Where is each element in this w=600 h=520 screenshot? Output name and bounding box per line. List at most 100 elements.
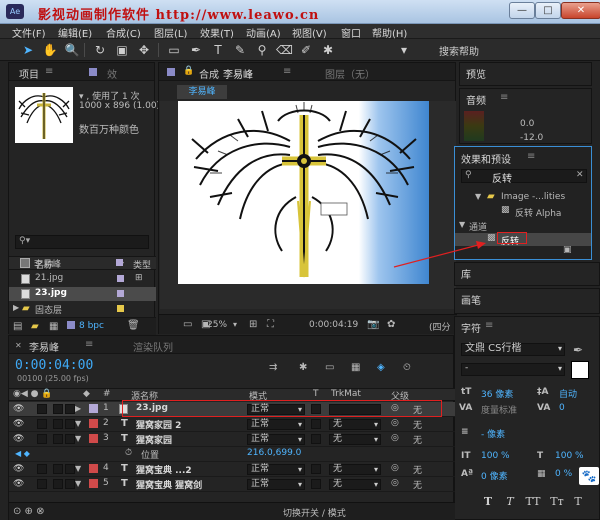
tab-project[interactable]: 项目	[19, 66, 39, 81]
expand-arrow-icon[interactable]: ▶	[75, 404, 81, 413]
selection-tool-icon[interactable]: ➤	[20, 42, 36, 58]
tab-effects-controls[interactable]: 效	[107, 66, 117, 81]
rectangle-tool-icon[interactable]: ▭	[166, 42, 182, 58]
menu-view[interactable]: 视图(V)	[292, 25, 327, 40]
label-swatch[interactable]	[89, 434, 98, 443]
effects-tree-item[interactable]: ▼ 通道	[455, 219, 591, 233]
lock-toggle[interactable]	[65, 479, 75, 489]
font-size-value[interactable]: 36 像素	[481, 387, 513, 400]
pen-tool-icon[interactable]: ✒	[188, 42, 204, 58]
solo-toggle[interactable]	[53, 464, 63, 474]
motion-blur-icon[interactable]: ◈	[377, 362, 385, 373]
blend-mode-select[interactable]: 正常 ▾	[247, 419, 305, 430]
preserve-transparency-toggle[interactable]	[311, 419, 321, 429]
eye-icon[interactable]: 👁	[13, 404, 25, 414]
eye-icon[interactable]: 👁	[13, 479, 25, 489]
roto-brush-tool-icon[interactable]: ✐	[298, 42, 314, 58]
faux-bold-button[interactable]: T	[481, 495, 495, 509]
tab-layer[interactable]: 图层（无）	[325, 66, 375, 81]
position-value[interactable]: 216.0,699.0	[247, 448, 301, 458]
interpret-footage-icon[interactable]: ▤	[13, 321, 22, 332]
menu-edit[interactable]: 编辑(E)	[58, 25, 92, 40]
horizontal-scale-value[interactable]: 100 %	[555, 451, 584, 461]
column-trkmat[interactable]: TrkMat	[331, 389, 361, 399]
label-swatch[interactable]	[89, 479, 98, 488]
new-folder-icon[interactable]: ▰	[31, 321, 39, 332]
composition-breadcrumb[interactable]: 李易峰	[177, 85, 227, 99]
timeline-timecode[interactable]: 0:00:04:00	[15, 358, 93, 373]
brush-tool-icon[interactable]: ✎	[232, 42, 248, 58]
property-row[interactable]: ◀ ◆ ⏱ 位置 216.0,699.0	[9, 447, 455, 462]
parent-value[interactable]: 无	[413, 433, 422, 446]
menu-icon[interactable]: ≡	[45, 66, 53, 77]
fill-color-swatch[interactable]	[571, 361, 589, 379]
menu-window[interactable]: 窗口	[341, 25, 361, 40]
hand-tool-icon[interactable]: ✋	[42, 42, 58, 58]
effects-tree-item[interactable]: ▼ ▰ Image -...lities	[455, 191, 591, 204]
search-help[interactable]: 搜索帮助	[439, 43, 479, 58]
track-matte-select[interactable]: 无 ▾	[329, 434, 381, 445]
brush-title[interactable]: 画笔	[461, 292, 481, 307]
close-icon[interactable]: ✕	[15, 341, 22, 350]
solo-toggle[interactable]	[53, 434, 63, 444]
expand-arrow-icon[interactable]: ▼	[75, 419, 81, 428]
font-family-select[interactable]: 文鼎 CS行楷 ▾	[461, 343, 565, 356]
audio-title[interactable]: 音频	[466, 92, 486, 107]
minimize-button[interactable]: —	[509, 2, 535, 19]
resolution[interactable]: (四分	[429, 320, 451, 333]
label-swatch[interactable]	[89, 404, 98, 413]
lock-icon[interactable]: 🔒	[183, 66, 194, 76]
tab-render-queue[interactable]: 渲染队列	[133, 339, 173, 354]
list-item[interactable]: 23.jpg	[9, 287, 156, 301]
pickwhip-icon[interactable]: ◎	[391, 478, 399, 488]
camera-tool-icon[interactable]: ▣	[114, 42, 130, 58]
project-search-input[interactable]: ⚲▾	[15, 235, 149, 249]
superscript-button[interactable]: T	[571, 495, 585, 509]
comp-flowchart-icon[interactable]: ✱	[299, 362, 307, 373]
menu-file[interactable]: 文件(F)	[12, 25, 46, 40]
eye-icon[interactable]: 👁	[13, 419, 25, 429]
trash-icon[interactable]: 🗑	[127, 320, 140, 331]
tsume-value[interactable]: 0 %	[555, 469, 572, 479]
rotate-tool-icon[interactable]: ↻	[92, 42, 108, 58]
solo-toggle[interactable]	[53, 479, 63, 489]
effects-presets-title[interactable]: 效果和预设	[461, 151, 511, 166]
parent-value[interactable]: 无	[413, 463, 422, 476]
audio-toggle[interactable]	[37, 404, 47, 414]
kerning-value[interactable]: 度量标准	[481, 403, 517, 416]
new-folder-icon[interactable]: ▣	[563, 245, 572, 255]
shy-layers-icon[interactable]: ▭	[325, 362, 334, 373]
tracking-value[interactable]: 0	[559, 403, 565, 413]
tab-composition-label[interactable]: 合成	[199, 66, 219, 81]
tab-timeline-comp[interactable]: 李易峰	[29, 339, 59, 354]
clone-stamp-tool-icon[interactable]: ⚲	[254, 42, 270, 58]
snapshot-icon[interactable]: 📷	[367, 319, 379, 330]
layer-name[interactable]: 猩窝宝典 猩窝剑	[136, 478, 202, 491]
layer-row[interactable]: 👁 ▼ 3 T 猩窝家园 正常 ▾ 无 ▾ ◎ 无	[9, 432, 455, 447]
preserve-transparency-toggle[interactable]	[311, 464, 321, 474]
list-item[interactable]: 李易峰	[8, 256, 155, 270]
lock-toggle[interactable]	[65, 434, 75, 444]
monitor-icon[interactable]: ▭	[183, 319, 192, 330]
chevron-down-icon[interactable]: ▾	[233, 320, 237, 329]
menu-help[interactable]: 帮助(H)	[372, 25, 407, 40]
menu-icon[interactable]: ≡	[527, 151, 535, 162]
effects-tree-item[interactable]: ▩ 反转 Alpha	[455, 205, 591, 219]
region-of-interest-icon[interactable]: ⛶	[267, 319, 274, 330]
solo-toggle[interactable]	[53, 419, 63, 429]
audio-toggle[interactable]	[37, 434, 47, 444]
baseline-shift-value[interactable]: 0 像素	[481, 469, 508, 482]
track-matte-select[interactable]: 无 ▾	[329, 479, 381, 490]
toggle-switches-modes[interactable]: 切换开关 / 模式	[283, 506, 346, 519]
pan-behind-tool-icon[interactable]: ✥	[136, 42, 152, 58]
label-swatch[interactable]	[89, 419, 98, 428]
menu-effect[interactable]: 效果(T)	[200, 25, 234, 40]
vertical-scale-value[interactable]: 100 %	[481, 451, 510, 461]
stopwatch-icon[interactable]: ⏱	[125, 448, 132, 458]
current-time[interactable]: 0:00:04:19	[309, 320, 358, 330]
menu-composition[interactable]: 合成(C)	[106, 25, 141, 40]
graph-editor-icon[interactable]: ⏲	[403, 362, 411, 373]
blend-mode-select[interactable]: 正常 ▾	[247, 464, 305, 475]
character-title[interactable]: 字符	[461, 320, 481, 335]
layer-row[interactable]: 👁 ▼ 4 T 猩窝宝典 ...2 正常 ▾ 无 ▾ ◎ 无	[9, 462, 455, 477]
